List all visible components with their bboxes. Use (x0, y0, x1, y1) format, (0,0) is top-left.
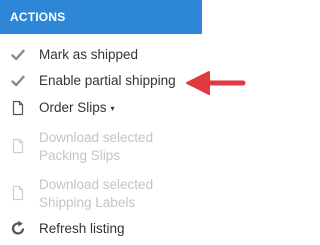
refresh-listing-label: Refresh listing (39, 221, 125, 236)
document-icon (12, 185, 24, 201)
mark-as-shipped-item[interactable]: Mark as shipped (0, 44, 200, 66)
download-packing-slips-line2: Packing Slips (39, 148, 121, 163)
document-icon (12, 100, 24, 116)
mark-as-shipped-label: Mark as shipped (39, 47, 139, 62)
annotation-arrow-icon (186, 71, 246, 95)
checkmark-icon (11, 49, 25, 61)
chevron-down-icon: ▾ (110, 104, 115, 113)
refresh-listing-item[interactable]: Refresh listing (0, 218, 200, 240)
enable-partial-shipping-label: Enable partial shipping (39, 73, 176, 88)
enable-partial-shipping-item[interactable]: Enable partial shipping (0, 70, 200, 92)
document-icon (12, 138, 24, 154)
download-shipping-labels-item: Download selected Shipping Labels (0, 175, 200, 215)
refresh-icon (11, 220, 25, 235)
actions-panel: ACTIONS Mark as shipped Enable partial s… (0, 0, 250, 245)
order-slips-text: Order Slips (39, 100, 107, 115)
checkmark-icon (11, 75, 25, 87)
download-shipping-labels-line2: Shipping Labels (39, 195, 136, 210)
download-packing-slips-line1: Download selected (39, 130, 154, 145)
download-shipping-labels-line1: Download selected (39, 177, 154, 192)
actions-header: ACTIONS (0, 0, 202, 34)
order-slips-label: Order Slips ▾ (39, 98, 115, 119)
order-slips-dropdown[interactable]: Order Slips ▾ (0, 97, 200, 119)
download-packing-slips-item: Download selected Packing Slips (0, 128, 200, 168)
